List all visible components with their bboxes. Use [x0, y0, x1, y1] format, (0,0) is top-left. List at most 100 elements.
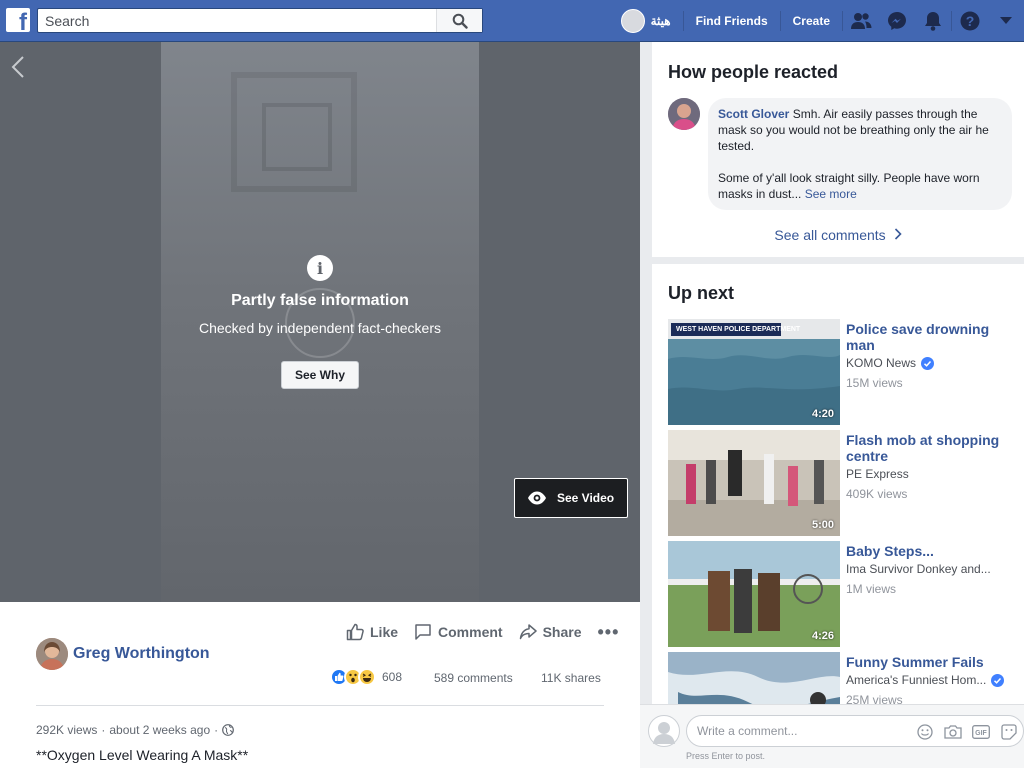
find-friends-link[interactable]: Find Friends	[684, 0, 780, 42]
friends-icon[interactable]	[843, 0, 879, 42]
video-item[interactable]: 4:26 Baby Steps... Ima Survivor Donkey a…	[668, 541, 1024, 647]
top-navigation-bar: f هيثة Find Friends Create ?	[0, 0, 1024, 42]
see-video-button[interactable]: See Video	[514, 478, 628, 518]
search-icon	[452, 13, 468, 29]
search-button[interactable]	[436, 9, 482, 32]
gif-icon[interactable]: GIF	[967, 722, 995, 742]
views-count: 292K views	[36, 723, 98, 737]
video-thumbnail[interactable]: 5:00	[668, 430, 840, 536]
profile-link[interactable]: هيثة	[611, 0, 683, 42]
video-title[interactable]: Police save drowning man	[846, 321, 1016, 353]
see-all-comments-link[interactable]: See all comments	[652, 227, 1024, 243]
camera-icon[interactable]	[939, 722, 967, 742]
post-meta: 292K views · about 2 weeks ago ·	[36, 723, 235, 737]
video-views: 1M views	[846, 582, 897, 596]
search-input[interactable]	[38, 9, 438, 32]
top-right-nav: هيثة Find Friends Create ?	[611, 0, 1024, 42]
press-enter-hint: Press Enter to post.	[686, 751, 766, 761]
video-duration: 4:26	[811, 630, 834, 642]
avatar	[648, 715, 680, 747]
source-name: KOMO News	[846, 356, 917, 370]
chevron-right-icon	[894, 228, 902, 240]
comment-label: Comment	[438, 624, 503, 640]
video-item[interactable]: 5:00 Flash mob at shopping centre PE Exp…	[668, 430, 1024, 536]
post-details: Like Comment Share ••• Greg Worthington …	[0, 602, 640, 768]
author-name[interactable]: Greg Worthington	[73, 645, 210, 663]
thumbs-up-icon	[346, 623, 364, 641]
see-all-label: See all comments	[774, 227, 886, 243]
see-more-link[interactable]: See more	[805, 187, 857, 201]
comment-input-box: GIF	[686, 715, 1024, 747]
messenger-icon[interactable]	[879, 0, 915, 42]
share-button[interactable]: Share	[519, 623, 582, 641]
thumbnail-caption: WEST HAVEN POLICE DEPARTMENT	[676, 326, 801, 333]
info-icon: i	[307, 255, 333, 281]
comment-bubble: Scott Glover Smh. Air easily passes thro…	[708, 98, 1012, 210]
reaction-count: 608	[382, 670, 403, 684]
source-name: PE Express	[846, 467, 909, 481]
false-info-subtitle: Checked by independent fact-checkers	[198, 320, 442, 336]
notifications-icon[interactable]	[915, 0, 951, 42]
divider	[36, 705, 604, 706]
facebook-logo-icon[interactable]: f	[6, 8, 30, 32]
comment-button[interactable]: Comment	[414, 623, 503, 641]
video-views: 409K views	[846, 487, 908, 501]
video-title[interactable]: Baby Steps...	[846, 543, 1016, 559]
account-menu-icon[interactable]	[988, 0, 1024, 42]
create-link[interactable]: Create	[781, 0, 842, 42]
source-name: America's Funniest Hom...	[846, 673, 987, 687]
eye-icon	[528, 491, 546, 505]
see-why-button[interactable]: See Why	[281, 361, 359, 389]
like-button[interactable]: Like	[346, 623, 398, 641]
video-title[interactable]: Flash mob at shopping centre	[846, 432, 1016, 464]
video-player[interactable]: i Partly false information Checked by in…	[0, 42, 640, 602]
video-source[interactable]: Ima Survivor Donkey and...	[846, 562, 1016, 576]
post-actions: Like Comment Share •••	[346, 622, 619, 642]
help-icon[interactable]: ?	[952, 0, 988, 42]
commenter-avatar[interactable]	[668, 98, 700, 130]
video-duration: 5:00	[811, 519, 834, 531]
video-blurred-content	[231, 72, 357, 192]
profile-name: هيثة	[650, 14, 671, 28]
video-source[interactable]: PE Express	[846, 467, 1016, 481]
video-source[interactable]: America's Funniest Hom...	[846, 673, 1016, 687]
share-icon	[519, 624, 537, 640]
share-label: Share	[542, 624, 582, 640]
right-column: How people reacted Scott Glover Smh. Air…	[640, 42, 1024, 768]
video-source[interactable]: KOMO News	[846, 356, 1016, 370]
avatar	[620, 9, 645, 33]
composer-tools: GIF	[911, 722, 1023, 742]
author-avatar[interactable]	[36, 638, 68, 670]
reactions-summary[interactable]: 608	[330, 668, 402, 686]
comments-count[interactable]: 589 comments	[434, 671, 513, 685]
up-next-card: Up next WEST HAVEN POLICE DEPARTMENT 4:2…	[652, 264, 1024, 768]
emoji-icon[interactable]	[911, 722, 939, 742]
how-people-reacted-card: How people reacted Scott Glover Smh. Air…	[652, 42, 1024, 257]
commenter-name[interactable]: Scott Glover	[718, 107, 789, 121]
video-views: 15M views	[846, 376, 903, 390]
back-arrow-icon[interactable]	[8, 54, 30, 80]
svg-text:?: ?	[966, 13, 975, 29]
section-title: How people reacted	[668, 62, 839, 82]
verified-badge-icon	[991, 673, 1005, 687]
sticker-icon[interactable]	[995, 722, 1023, 742]
video-item[interactable]: WEST HAVEN POLICE DEPARTMENT 4:20 Police…	[668, 319, 1024, 425]
comment-icon	[415, 624, 431, 640]
see-video-label: See Video	[557, 491, 615, 505]
video-thumbnail[interactable]: WEST HAVEN POLICE DEPARTMENT 4:20	[668, 319, 840, 425]
verified-badge-icon	[921, 356, 935, 370]
video-duration: 4:20	[811, 408, 834, 420]
video-title[interactable]: Funny Summer Fails	[846, 654, 1016, 670]
globe-icon	[222, 724, 235, 736]
shares-count[interactable]: 11K shares	[541, 671, 601, 685]
comment-composer: GIF Press Enter to post.	[640, 704, 1024, 768]
like-label: Like	[370, 624, 399, 640]
haha-reaction-icon	[358, 668, 376, 686]
more-options-icon[interactable]: •••	[598, 622, 620, 643]
comment-input[interactable]	[697, 722, 907, 740]
false-info-title: Partly false information	[231, 292, 409, 309]
post-time[interactable]: about 2 weeks ago	[109, 723, 210, 737]
post-author[interactable]: Greg Worthington	[36, 638, 210, 670]
video-thumbnail[interactable]: 4:26	[668, 541, 840, 647]
section-title: Up next	[668, 283, 735, 303]
